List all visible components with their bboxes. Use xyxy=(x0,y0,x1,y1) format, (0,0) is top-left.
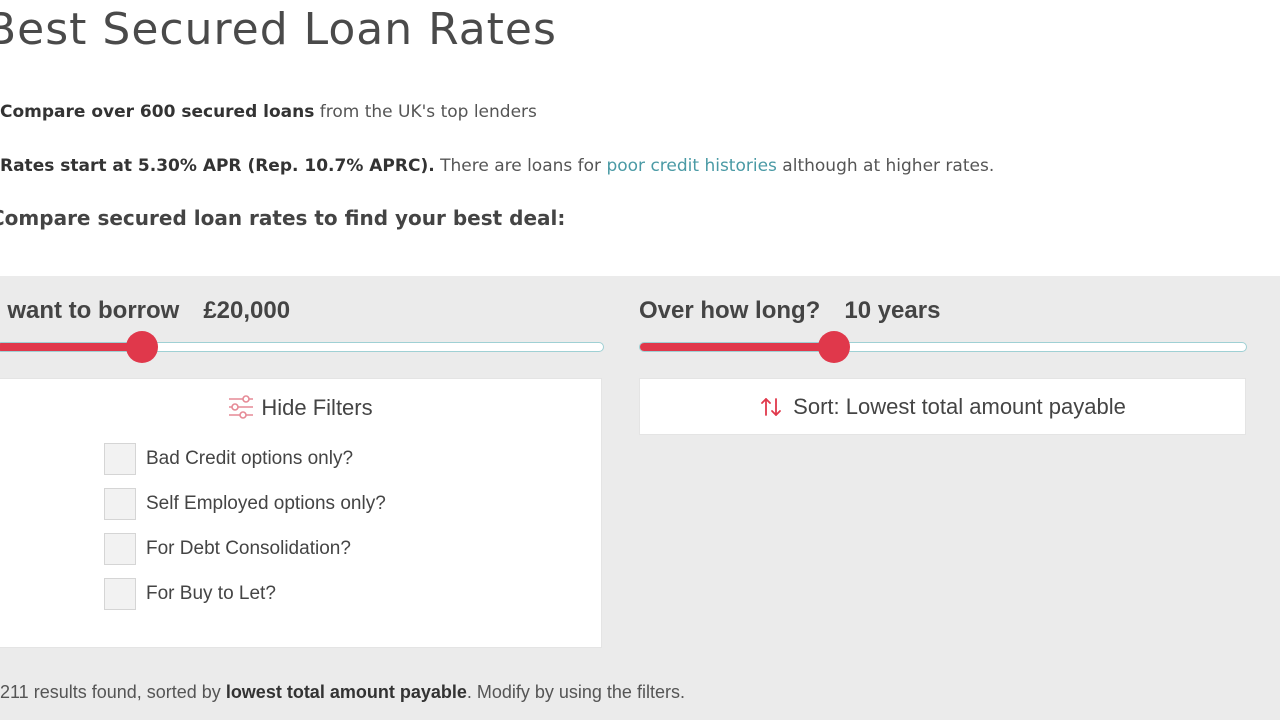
compare-heading: Compare secured loan rates to find your … xyxy=(0,206,566,230)
filter-option-buy-to-let[interactable]: For Buy to Let? xyxy=(104,577,276,611)
term-slider-handle[interactable] xyxy=(817,331,850,363)
self-employed-checkbox[interactable] xyxy=(104,488,136,520)
bad-credit-checkbox[interactable] xyxy=(104,443,136,475)
buy-to-let-checkbox[interactable] xyxy=(104,578,136,610)
sort-button[interactable]: Sort: Lowest total amount payable xyxy=(639,378,1246,435)
page-title: Best Secured Loan Rates xyxy=(0,4,557,55)
intro-rates-post: although at higher rates. xyxy=(776,156,995,176)
sort-label: Sort: Lowest total amount payable xyxy=(793,393,1126,419)
borrow-amount: £20,000 xyxy=(203,297,291,324)
buy-to-let-label: For Buy to Let? xyxy=(146,583,276,604)
self-employed-label: Self Employed options only? xyxy=(146,493,386,514)
borrow-slider-fill xyxy=(0,343,143,351)
results-sort-bold: lowest total amount payable xyxy=(225,682,467,702)
filter-option-bad-credit[interactable]: Bad Credit options only? xyxy=(104,442,353,476)
hide-filters-button[interactable]: Hide Filters xyxy=(0,395,601,421)
bad-credit-label: Bad Credit options only? xyxy=(146,448,354,469)
intro-compare-bold: Compare over 600 secured loans xyxy=(0,102,315,122)
intro-line-rates: Rates start at 5.30% APR (Rep. 10.7% APR… xyxy=(0,156,994,176)
debt-consolidation-checkbox[interactable] xyxy=(104,533,136,565)
results-summary: 211 results found, sorted by lowest tota… xyxy=(0,682,685,703)
term-value: 10 years xyxy=(844,297,941,324)
hide-filters-label: Hide Filters xyxy=(261,395,373,420)
filter-option-self-employed[interactable]: Self Employed options only? xyxy=(104,487,386,521)
borrow-label-row: I want to borrow £20,000 xyxy=(0,297,290,325)
intro-line-compare: Compare over 600 secured loans from the … xyxy=(0,102,537,122)
intro-compare-rest: from the UK's top lenders xyxy=(314,102,537,122)
results-count: 211 results found, sorted by xyxy=(0,682,226,702)
results-suffix: . Modify by using the filters. xyxy=(466,682,685,702)
sort-arrows-icon xyxy=(761,397,782,416)
term-label: Over how long? xyxy=(639,297,821,324)
poor-credit-link[interactable]: poor credit histories xyxy=(606,156,776,176)
intro-rates-pre: There are loans for xyxy=(434,156,607,176)
borrow-label: I want to borrow xyxy=(0,297,180,324)
intro-rates-bold: Rates start at 5.30% APR (Rep. 10.7% APR… xyxy=(0,156,435,176)
filter-option-debt-consolidation[interactable]: For Debt Consolidation? xyxy=(104,532,351,566)
term-label-row: Over how long? 10 years xyxy=(639,297,940,325)
debt-consolidation-label: For Debt Consolidation? xyxy=(146,538,351,559)
term-slider-track[interactable] xyxy=(639,331,1247,363)
borrow-slider-track[interactable] xyxy=(0,331,604,363)
sliders-icon xyxy=(229,395,254,419)
term-slider-fill xyxy=(640,343,834,351)
